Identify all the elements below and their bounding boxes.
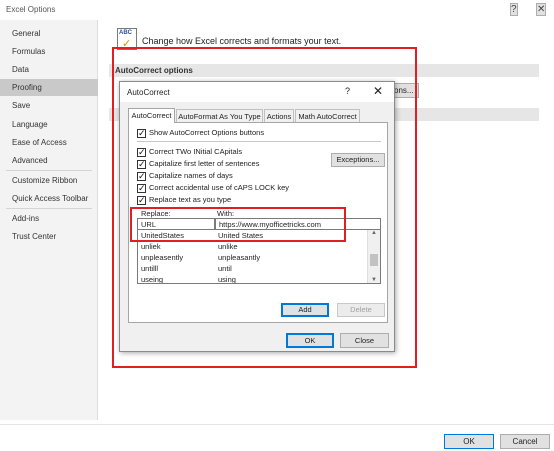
check-mark-icon: ✓: [138, 183, 146, 193]
sidebar-item-general[interactable]: General: [0, 25, 98, 42]
sidebar-item-ease-of-access[interactable]: Ease of Access: [0, 134, 98, 151]
list-item-with: unlike: [218, 242, 238, 251]
dialog-ok-button[interactable]: OK: [286, 333, 334, 348]
list-item[interactable]: unliek unlike: [138, 241, 366, 252]
exceptions-button[interactable]: Exceptions...: [331, 153, 385, 167]
checkbox-label: Correct accidental use of cAPS LOCK key: [149, 183, 290, 192]
scroll-down-icon[interactable]: ▼: [371, 277, 377, 283]
checkbox-box[interactable]: ✓: [137, 159, 146, 169]
add-button[interactable]: Add: [281, 303, 329, 317]
scroll-up-icon[interactable]: ▲: [371, 230, 377, 236]
scroll-thumb[interactable]: [370, 254, 378, 266]
checkbox-label: Capitalize first letter of sentences: [149, 159, 260, 168]
tab-autoformat[interactable]: AutoFormat As You Type: [176, 109, 263, 123]
divider: [137, 141, 381, 142]
list-item-replace: untilll: [141, 264, 159, 273]
sidebar-item-advanced[interactable]: Advanced: [0, 152, 98, 169]
checkbox-label: Replace text as you type: [149, 195, 232, 204]
dialog-help-icon[interactable]: ?: [345, 86, 350, 96]
check-mark-icon: ✓: [138, 159, 146, 169]
list-item[interactable]: useing using: [138, 274, 366, 284]
list-item-with: until: [218, 264, 232, 273]
sidebar-item-add-ins[interactable]: Add-ins: [0, 210, 98, 227]
footer-divider: [0, 424, 554, 425]
list-item-replace: unpleasently: [141, 253, 184, 262]
help-icon[interactable]: ?: [510, 3, 518, 16]
sidebar-item-formulas[interactable]: Formulas: [0, 43, 98, 60]
sidebar-item-data[interactable]: Data: [0, 61, 98, 78]
list-item[interactable]: unpleasently unpleasantly: [138, 252, 366, 263]
checkbox-box[interactable]: ✓: [137, 147, 146, 157]
abc-icon-text: ABC: [119, 30, 132, 36]
window-close-icon[interactable]: ✕: [536, 3, 547, 16]
cancel-button[interactable]: Cancel: [500, 434, 550, 449]
sidebar-item-trust-center[interactable]: Trust Center: [0, 228, 98, 245]
list-item[interactable]: untilll until: [138, 263, 366, 274]
checkbox-label: Show AutoCorrect Options buttons: [149, 128, 265, 137]
delete-button[interactable]: Delete: [337, 303, 385, 317]
sidebar-separator: [6, 208, 92, 209]
list-item-replace: unliek: [141, 242, 161, 251]
tab-actions[interactable]: Actions: [264, 109, 294, 123]
checkbox-box[interactable]: ✓: [137, 128, 146, 138]
tab-autocorrect[interactable]: AutoCorrect: [128, 108, 175, 123]
list-item-with: unpleasantly: [218, 253, 261, 262]
sidebar-item-quick-access-toolbar[interactable]: Quick Access Toolbar: [0, 190, 98, 207]
dialog-close-button[interactable]: Close: [340, 333, 389, 348]
list-item-with: using: [218, 275, 236, 284]
sidebar-item-save[interactable]: Save: [0, 97, 98, 114]
check-mark-icon: ✓: [138, 171, 146, 181]
sidebar-separator: [6, 170, 92, 171]
sidebar-item-language[interactable]: Language: [0, 116, 98, 133]
check-mark-icon: ✓: [138, 128, 146, 138]
window-title: Excel Options: [6, 5, 56, 14]
check-mark-icon: ✓: [138, 195, 146, 205]
checkbox-label: Correct TWo INitial CApitals: [149, 147, 243, 156]
dialog-close-icon[interactable]: ✕: [373, 84, 383, 98]
sidebar-item-proofing[interactable]: Proofing: [0, 79, 98, 96]
list-scrollbar[interactable]: ▲ ▼: [367, 230, 380, 283]
ok-button[interactable]: OK: [444, 434, 494, 449]
checkbox-box[interactable]: ✓: [137, 171, 146, 181]
page-heading: Change how Excel corrects and formats yo…: [142, 36, 342, 46]
list-item-replace: useing: [141, 275, 164, 284]
highlight-replace-with: [130, 207, 346, 242]
checkbox-box[interactable]: ✓: [137, 183, 146, 193]
check-mark-icon: ✓: [138, 147, 146, 157]
checkbox-box[interactable]: ✓: [137, 195, 146, 205]
sidebar-item-customize-ribbon[interactable]: Customize Ribbon: [0, 172, 98, 189]
checkbox-label: Capitalize names of days: [149, 171, 233, 180]
tab-math-autocorrect[interactable]: Math AutoCorrect: [295, 109, 360, 123]
window-titlebar: Excel Options ? ✕: [0, 0, 554, 20]
options-sidebar: General Formulas Data Proofing Save Lang…: [0, 20, 98, 420]
dialog-titlebar: AutoCorrect ? ✕: [120, 82, 394, 102]
dialog-title: AutoCorrect: [127, 88, 170, 97]
